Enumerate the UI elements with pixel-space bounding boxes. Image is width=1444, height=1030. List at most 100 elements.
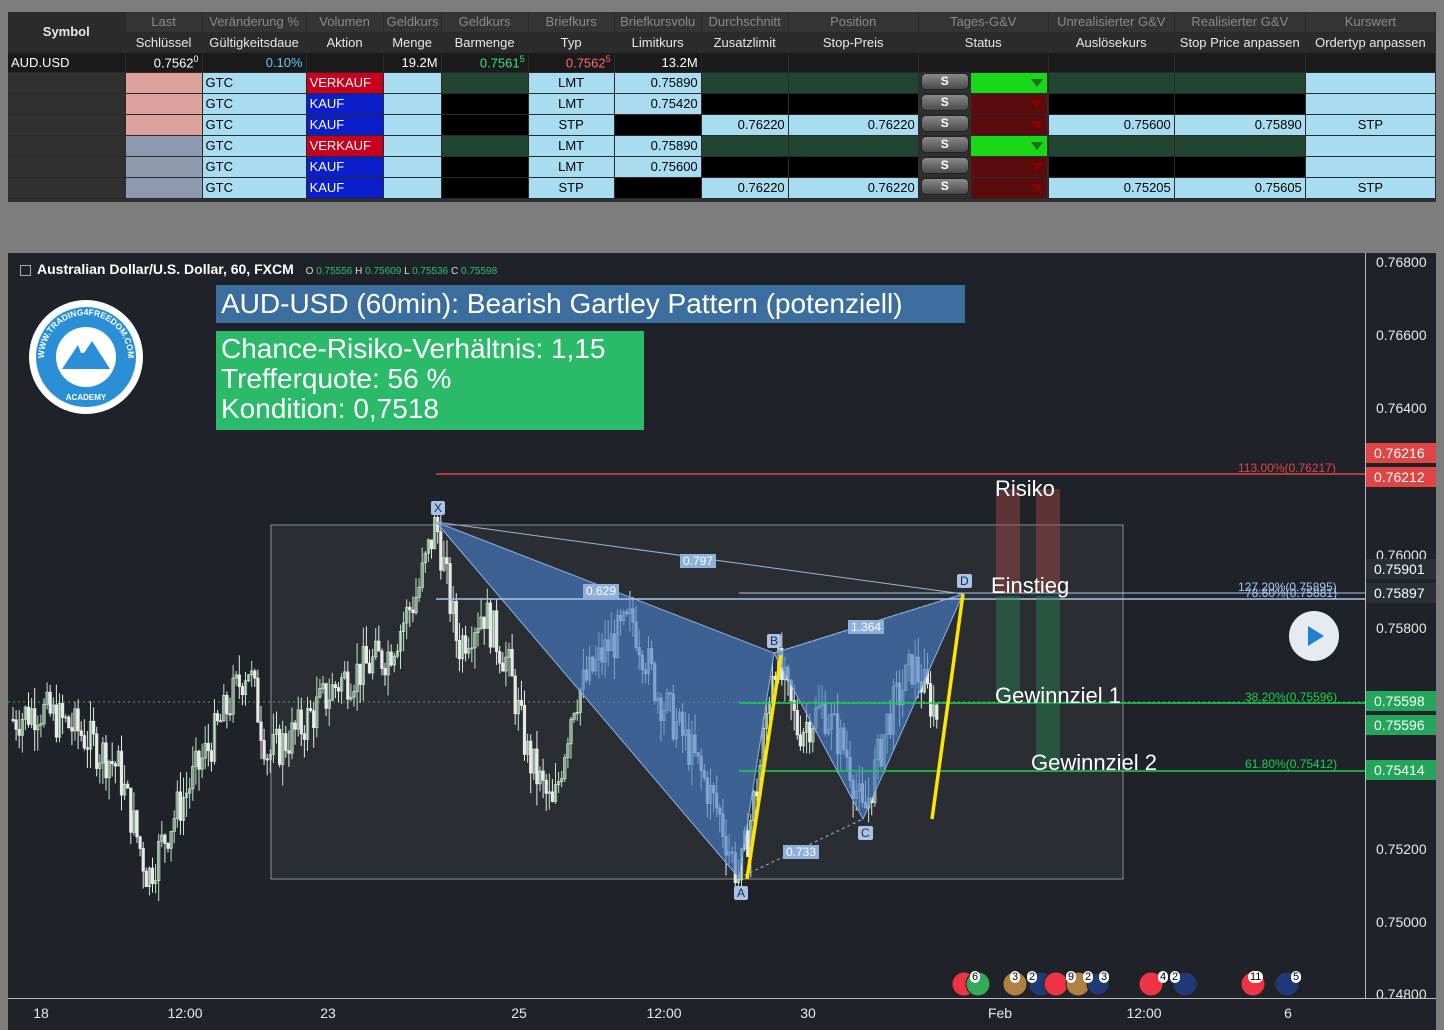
order-action[interactable]: VERKAUF <box>306 72 384 94</box>
order-quantity[interactable] <box>383 177 442 199</box>
order-action[interactable]: KAUF <box>306 156 384 178</box>
header-time-in-force[interactable]: Gültigkeitsdaue <box>202 32 307 53</box>
status-button[interactable]: S <box>920 177 969 195</box>
header-average[interactable]: Durchschnitt <box>701 12 789 33</box>
order-type[interactable]: LMT <box>528 135 615 157</box>
header-extra-limit[interactable]: Zusatzlimit <box>701 32 789 53</box>
order-quantity[interactable] <box>383 156 442 178</box>
event-flag-group[interactable]: 11 5 <box>1240 971 1306 997</box>
header-unrealized-pnl[interactable]: Unrealisierter G&V <box>1048 12 1175 33</box>
fib-label-113: 113.00%(0.76217) <box>1238 461 1336 475</box>
order-row[interactable]: GTC VERKAUF LMT 0.75890 S <box>8 135 1437 157</box>
price-chart[interactable]: X A B C D 0.629 0.797 0.733 1.364 113.00… <box>8 253 1436 998</box>
event-flag-group[interactable]: 42 <box>1138 971 1204 997</box>
dropdown-icon[interactable] <box>1030 120 1043 129</box>
header-market-value[interactable]: Kurswert <box>1305 12 1437 33</box>
header-cash-qty[interactable]: Barmenge <box>441 32 529 53</box>
order-row[interactable]: GTC VERKAUF LMT 0.75890 S <box>8 72 1437 94</box>
order-row[interactable]: GTC KAUF LMT 0.75600 S <box>8 156 1437 178</box>
order-tif[interactable]: GTC <box>202 93 307 115</box>
instrument-title[interactable]: Australian Dollar/U.S. Dollar, 60, FXCM <box>37 261 294 277</box>
status-button[interactable]: S <box>920 156 969 174</box>
symbol-cell[interactable]: AUD.USD <box>8 52 126 73</box>
order-trigger-price[interactable]: 0.75205 <box>1048 177 1175 199</box>
status-button[interactable]: S <box>920 93 969 111</box>
order-type[interactable]: LMT <box>528 72 615 94</box>
order-type-adjust[interactable]: STP <box>1305 177 1437 199</box>
header-key[interactable]: Schlüssel <box>125 32 203 53</box>
dropdown-icon[interactable] <box>1030 162 1043 171</box>
order-limit[interactable]: 0.75890 <box>614 135 702 157</box>
order-action[interactable]: KAUF <box>306 177 384 199</box>
ticker-row-aud-usd[interactable]: AUD.USD 0.75620 0.10% 19.2M 0.75615 0.75… <box>8 52 1437 73</box>
order-stop-adjust[interactable]: 0.75605 <box>1174 177 1306 199</box>
play-button[interactable] <box>1289 611 1339 661</box>
order-action[interactable]: KAUF <box>306 114 384 136</box>
header-type-adjust[interactable]: Ordertyp anpassen <box>1305 32 1437 53</box>
header-stop-price[interactable]: Stop-Preis <box>788 32 919 53</box>
order-stop-price[interactable]: 0.76220 <box>788 114 919 136</box>
event-flag-group[interactable]: 6 <box>951 971 1003 997</box>
order-tif[interactable]: GTC <box>202 72 307 94</box>
header-bid[interactable]: Geldkurs <box>441 12 529 33</box>
order-quantity[interactable] <box>383 93 442 115</box>
header-daily-pnl[interactable]: Tages-G&V <box>918 12 1049 33</box>
dropdown-icon[interactable] <box>1030 78 1043 87</box>
bid-price[interactable]: 0.7561 <box>480 55 520 70</box>
header-position[interactable]: Position <box>788 12 919 33</box>
header-ask-volume[interactable]: Briefkursvolu <box>614 12 702 33</box>
order-type[interactable]: LMT <box>528 93 615 115</box>
status-button[interactable]: S <box>920 135 969 153</box>
collapse-legend-icon[interactable] <box>20 264 31 276</box>
order-limit[interactable]: 0.75420 <box>614 93 702 115</box>
order-stop-price[interactable]: 0.76220 <box>788 177 919 199</box>
event-flag-group[interactable]: 923 <box>1043 971 1110 997</box>
order-type[interactable]: LMT <box>528 156 615 178</box>
price-axis[interactable]: 0.76800 0.76600 0.76400 0.76000 0.75800 … <box>1365 253 1436 1002</box>
order-type[interactable]: STP <box>528 114 615 136</box>
order-trigger-price[interactable]: 0.75600 <box>1048 114 1175 136</box>
order-quantity[interactable] <box>383 72 442 94</box>
order-row[interactable]: GTC KAUF LMT 0.75420 S <box>8 93 1437 115</box>
order-stop-adjust[interactable]: 0.75890 <box>1174 114 1306 136</box>
ask-price[interactable]: 0.7562 <box>566 55 606 70</box>
order-row[interactable]: GTC KAUF STP 0.76220 0.76220 S 0.75205 0… <box>8 177 1437 199</box>
order-extra-limit[interactable]: 0.76220 <box>701 114 789 136</box>
header-limit-price[interactable]: Limitkurs <box>614 32 702 53</box>
order-limit[interactable]: 0.75600 <box>614 156 702 178</box>
header-quantity[interactable]: Menge <box>383 32 442 53</box>
order-quantity[interactable] <box>383 114 442 136</box>
order-limit[interactable]: 0.75890 <box>614 72 702 94</box>
header-symbol[interactable]: Symbol <box>8 12 126 53</box>
status-button[interactable]: S <box>920 114 969 132</box>
status-button[interactable]: S <box>920 72 969 90</box>
order-tif[interactable]: GTC <box>202 177 307 199</box>
order-action[interactable]: VERKAUF <box>306 135 384 157</box>
header-action[interactable]: Aktion <box>306 32 384 53</box>
header-change[interactable]: Veränderung % <box>202 12 307 33</box>
order-action[interactable]: KAUF <box>306 93 384 115</box>
dropdown-icon[interactable] <box>1030 141 1043 150</box>
header-status[interactable]: Status <box>918 32 1049 53</box>
order-tif[interactable]: GTC <box>202 135 307 157</box>
order-type-adjust[interactable]: STP <box>1305 114 1437 136</box>
order-extra-limit[interactable]: 0.76220 <box>701 177 789 199</box>
order-quantity[interactable] <box>383 135 442 157</box>
chart-canvas[interactable] <box>8 253 1365 998</box>
header-volume[interactable]: Volumen <box>306 12 384 33</box>
order-type[interactable]: STP <box>528 177 615 199</box>
header-type[interactable]: Typ <box>528 32 615 53</box>
time-axis[interactable]: 18 12:00 23 25 12:00 30 Feb 12:00 6 <box>8 998 1436 1030</box>
header-last[interactable]: Last <box>125 12 203 33</box>
header-ask[interactable]: Briefkurs <box>528 12 615 33</box>
order-tif[interactable]: GTC <box>202 114 307 136</box>
candle <box>253 670 257 679</box>
header-realized-pnl[interactable]: Realisierter G&V <box>1174 12 1306 33</box>
header-bid-size[interactable]: Geldkurs <box>383 12 442 33</box>
order-row[interactable]: GTC KAUF STP 0.76220 0.76220 S 0.75600 0… <box>8 114 1437 136</box>
dropdown-icon[interactable] <box>1030 99 1043 108</box>
dropdown-icon[interactable] <box>1030 183 1043 192</box>
header-stop-adjust[interactable]: Stop Price anpassen <box>1174 32 1306 53</box>
order-tif[interactable]: GTC <box>202 156 307 178</box>
header-trigger-price[interactable]: Auslösekurs <box>1048 32 1175 53</box>
